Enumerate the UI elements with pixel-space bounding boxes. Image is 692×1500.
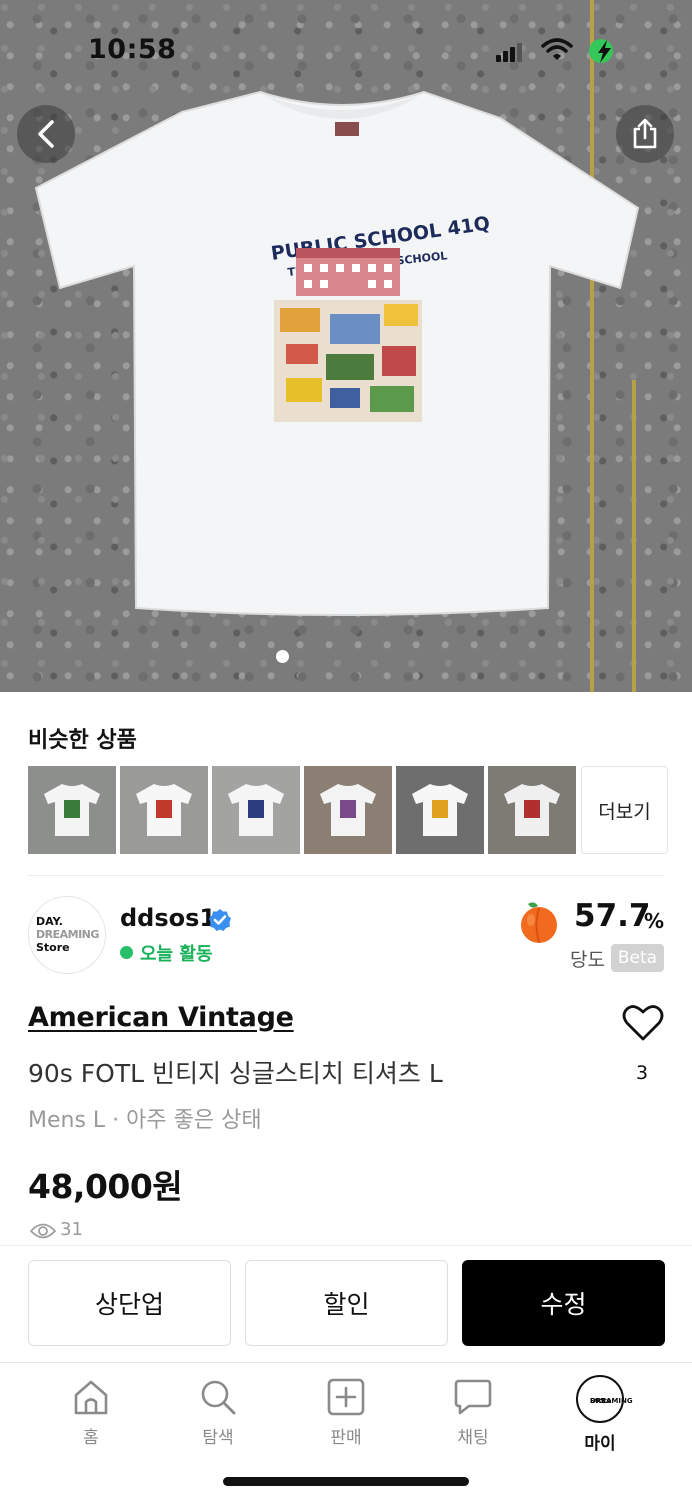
similar-product-thumb[interactable]: [304, 766, 392, 854]
action-buttons: 상단업 할인 수정: [28, 1260, 665, 1346]
status-bar: 10:58: [0, 0, 692, 100]
share-button[interactable]: [616, 105, 674, 163]
heart-icon[interactable]: [622, 1004, 664, 1042]
search-icon: [201, 1380, 236, 1415]
tab-label: 판매: [330, 1428, 362, 1448]
similar-product-thumb[interactable]: [212, 766, 300, 854]
more-similar-button[interactable]: 더보기: [581, 766, 668, 854]
similar-product-thumb[interactable]: [488, 766, 576, 854]
divider: [0, 1245, 692, 1246]
tab-explore[interactable]: 탐색: [173, 1377, 263, 1448]
share-icon: [633, 118, 657, 149]
tab-label: 채팅: [457, 1428, 489, 1448]
product-photo-tshirt: PUBLIC SCHOOL 41Q THE CROCHERON SCHOOL: [34, 90, 640, 616]
tab-my[interactable]: DAY. DREAMING Store 마이: [555, 1375, 645, 1454]
similar-product-thumb[interactable]: [28, 766, 116, 854]
seller-activity-status: 오늘 활동: [140, 944, 213, 965]
divider: [28, 875, 664, 876]
brand-link[interactable]: American Vintage: [28, 1002, 294, 1033]
eye-icon: [30, 1223, 56, 1239]
tab-label: 탐색: [202, 1428, 234, 1448]
product-title: 90s FOTL 빈티지 싱글스티치 티셔츠 L: [28, 1059, 443, 1088]
chevron-left-icon: [38, 120, 54, 148]
thumb-tshirt: [136, 784, 192, 836]
sweetness-label: 당도: [570, 949, 605, 971]
home-icon: [74, 1380, 108, 1415]
status-time: 10:58: [88, 34, 177, 65]
thumb-tshirt: [412, 784, 468, 836]
chat-icon: [454, 1379, 492, 1415]
active-status-dot: [120, 946, 133, 959]
similar-product-thumb[interactable]: [396, 766, 484, 854]
tab-label: 홈: [83, 1428, 99, 1448]
edit-button[interactable]: 수정: [462, 1260, 665, 1346]
thumb-tshirt: [504, 784, 560, 836]
view-count: 31: [60, 1219, 83, 1240]
like-count: 3: [636, 1062, 649, 1084]
thumb-tshirt: [44, 784, 100, 836]
tab-chat[interactable]: 채팅: [428, 1377, 518, 1448]
verified-badge-icon: [209, 909, 231, 931]
product-image-carousel[interactable]: PUBLIC SCHOOL 41Q THE CROCHERON SCHOOL 1…: [0, 0, 692, 692]
seller-avatar-logo: DAY. DREAMING Store: [36, 915, 99, 954]
home-indicator: [223, 1477, 469, 1486]
tab-sell[interactable]: 판매: [301, 1377, 391, 1448]
similar-products-title: 비슷한 상품: [28, 728, 137, 753]
similar-products-list: 더보기: [28, 766, 668, 854]
tab-home[interactable]: 홈: [46, 1377, 136, 1448]
similar-product-thumb[interactable]: [120, 766, 208, 854]
tab-label: 마이: [584, 1434, 616, 1454]
thumb-tshirt: [228, 784, 284, 836]
wifi-icon: [541, 38, 573, 60]
seller-avatar[interactable]: DAY. DREAMING Store: [28, 896, 106, 974]
seller-name[interactable]: ddsos1: [120, 904, 216, 932]
battery-charging-icon: [589, 39, 613, 63]
beta-badge: Beta: [611, 944, 664, 972]
sweetness-score-unit: %: [644, 909, 665, 933]
thumb-tshirt: [320, 784, 376, 836]
plus-square-icon: [327, 1378, 365, 1416]
cellular-signal-icon: [496, 43, 522, 62]
product-price: 48,000원: [28, 1167, 183, 1206]
product-size-condition: Mens L · 아주 좋은 상태: [28, 1108, 262, 1133]
carousel-page-dot[interactable]: [276, 650, 289, 663]
back-button[interactable]: [17, 105, 75, 163]
my-avatar: DAY. DREAMING Store: [576, 1375, 633, 1423]
peach-icon: [521, 902, 557, 943]
sweetness-score: 57.7: [574, 898, 651, 934]
bump-button[interactable]: 상단업: [28, 1260, 231, 1346]
discount-button[interactable]: 할인: [245, 1260, 448, 1346]
